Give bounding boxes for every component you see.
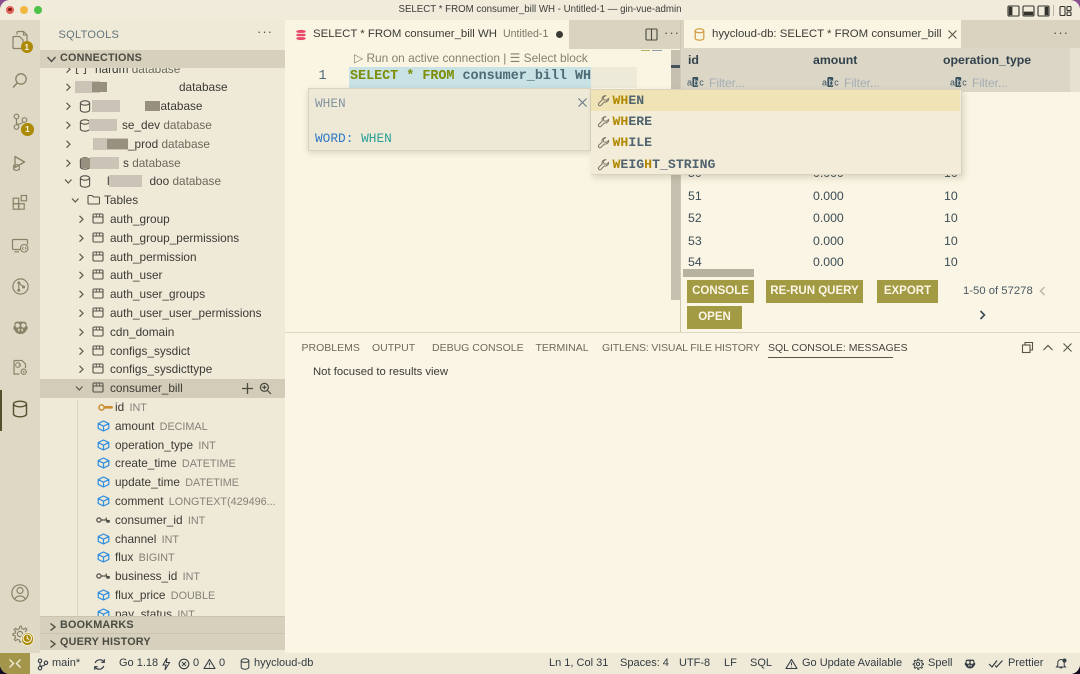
svg-text:c: c (699, 78, 704, 88)
svg-text:b: b (694, 78, 699, 88)
svg-text:b: b (957, 78, 962, 88)
svg-text:c: c (834, 78, 839, 88)
svg-text:a: a (950, 78, 955, 88)
svg-text:b: b (829, 78, 834, 88)
svg-text:a: a (687, 78, 692, 88)
svg-text:c: c (962, 78, 967, 88)
svg-text:a: a (822, 78, 827, 88)
